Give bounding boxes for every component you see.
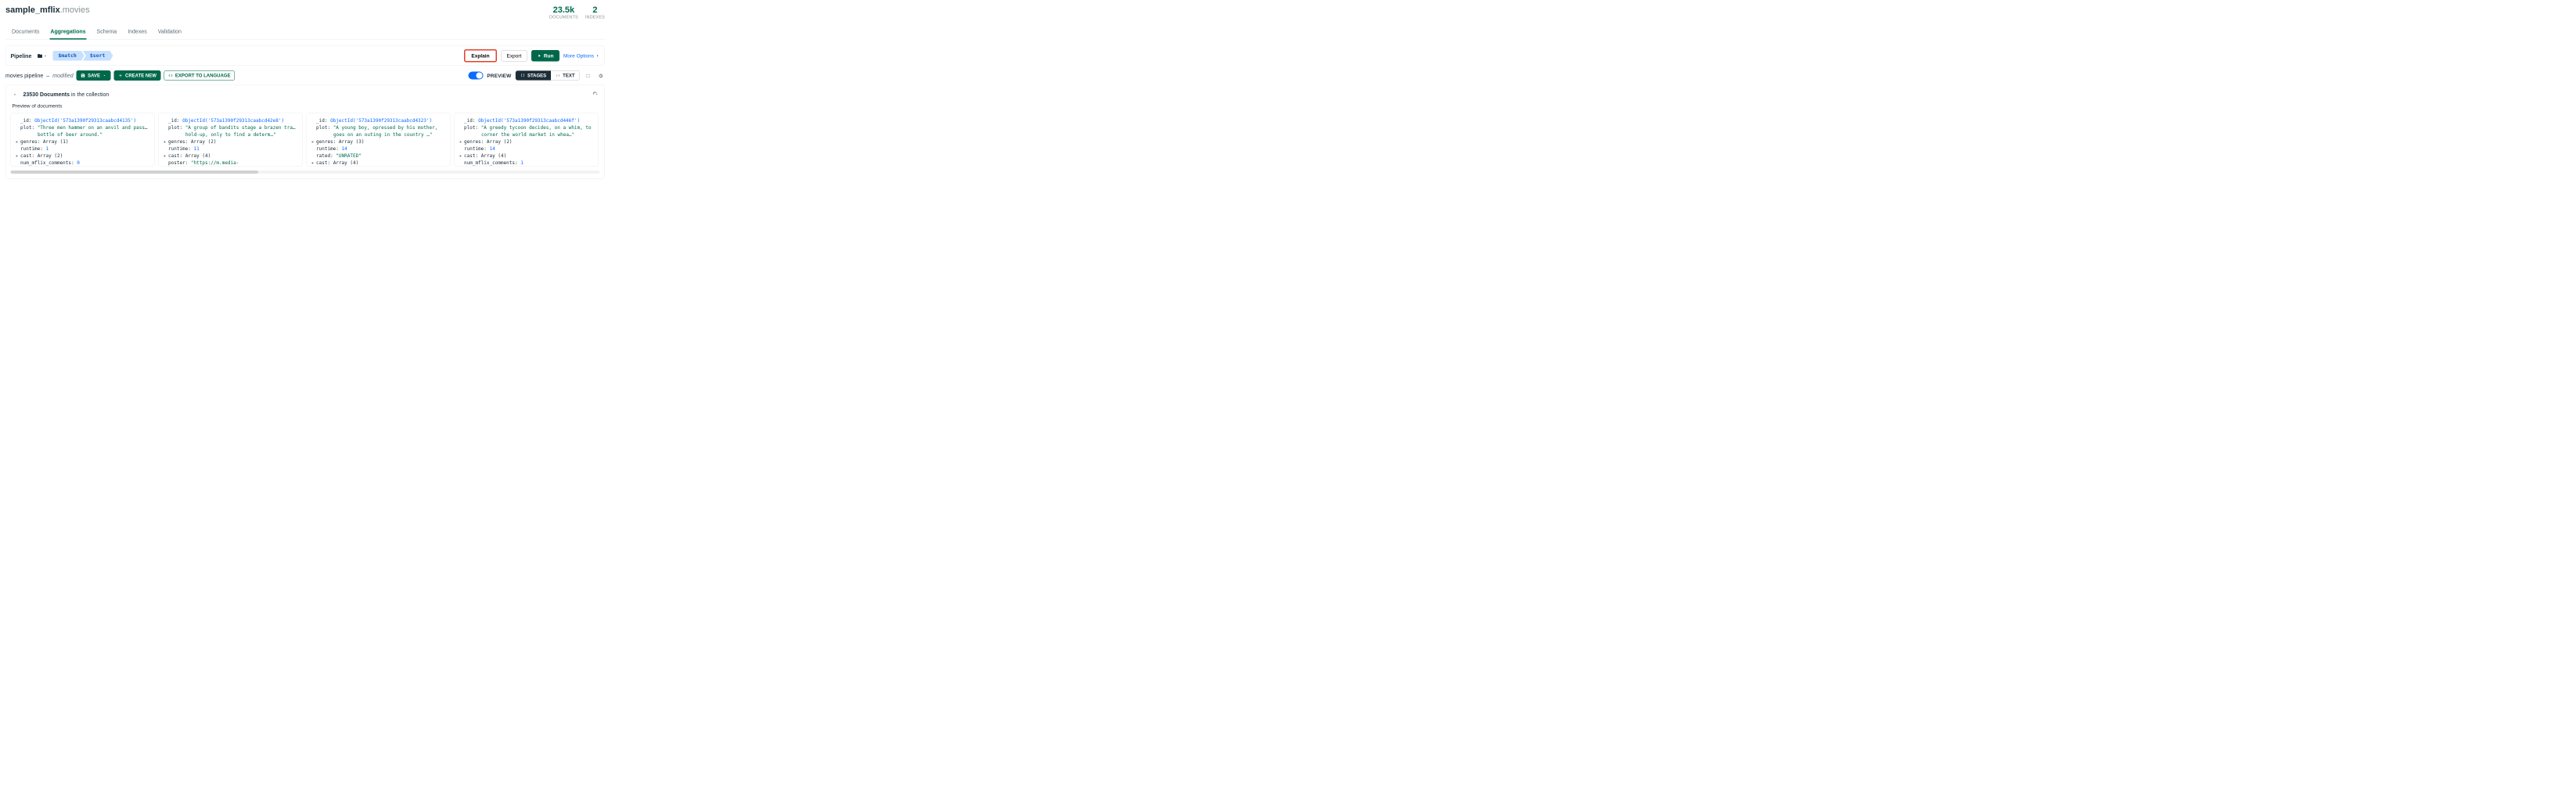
document-card[interactable]: _id: ObjectId('573a1390f29313caabcd4323'… xyxy=(307,113,451,167)
preview-label: PREVIEW xyxy=(487,73,511,79)
document-field: ▸genres: Array (2) xyxy=(459,138,593,145)
export-to-language-button[interactable]: EXPORT TO LANGUAGE xyxy=(164,70,235,81)
document-field: bottle of beer around." xyxy=(16,131,149,138)
caret-down-icon xyxy=(103,74,106,77)
expand-caret-icon[interactable]: ▸ xyxy=(164,138,167,145)
horizontal-scrollbar[interactable] xyxy=(11,171,600,174)
folder-icon xyxy=(37,53,42,59)
stat-indexes-label: INDEXES xyxy=(585,15,605,20)
scrollbar-thumb[interactable] xyxy=(11,171,258,174)
expand-caret-icon[interactable]: ▸ xyxy=(16,153,19,160)
stage-pills: $match $sort xyxy=(52,51,113,61)
document-card[interactable]: _id: ObjectId('573a1390f29313caabcd446f'… xyxy=(455,113,599,167)
document-field: num_mflix_comments: 0 xyxy=(16,160,149,167)
document-field: runtime: 14 xyxy=(459,145,593,153)
tabs: Documents Aggregations Schema Indexes Va… xyxy=(5,25,605,40)
document-card[interactable]: _id: ObjectId('573a1390f29313caabcd4135'… xyxy=(11,113,155,167)
database-name: sample_mflix xyxy=(5,5,60,15)
document-card[interactable]: _id: ObjectId('573a1390f29313caabcd42e8'… xyxy=(159,113,303,167)
tab-indexes[interactable]: Indexes xyxy=(127,25,148,40)
create-new-button[interactable]: CREATE NEW xyxy=(114,70,161,81)
document-field: plot: "A group of bandits stage a brazen… xyxy=(164,124,297,131)
document-field: _id: ObjectId('573a1390f29313caabcd42e8'… xyxy=(164,117,297,124)
collection-name: movies xyxy=(63,5,90,15)
preview-title: Preview of documents xyxy=(13,103,600,110)
stage-pill-match[interactable]: $match xyxy=(52,51,84,61)
text-view-button[interactable]: TEXT xyxy=(551,71,579,81)
stat-documents-value: 23.5k xyxy=(549,5,578,15)
document-field: plot: "Three men hammer on an anvil and … xyxy=(16,124,149,131)
play-icon xyxy=(537,54,541,59)
document-field: rated: "UNRATED" xyxy=(311,153,445,160)
expand-caret-icon[interactable]: ▸ xyxy=(311,160,315,167)
document-field: ▸cast: Array (4) xyxy=(311,160,445,167)
document-field: num_mflix_comments: 1 xyxy=(459,160,593,167)
expand-caret-icon[interactable]: ▸ xyxy=(459,153,462,160)
pipeline-name: movies pipeline xyxy=(5,73,43,79)
tab-schema[interactable]: Schema xyxy=(96,25,118,40)
document-field: hold-up, only to find a determ…" xyxy=(164,131,297,138)
collection-stats: 23.5k DOCUMENTS 2 INDEXES xyxy=(549,5,605,20)
refresh-button[interactable] xyxy=(592,90,600,99)
expand-caret-icon[interactable]: ▸ xyxy=(459,138,462,145)
plus-icon xyxy=(118,74,123,78)
expand-caret-icon[interactable]: ▸ xyxy=(311,138,315,145)
document-field: ▸cast: Array (4) xyxy=(164,153,297,160)
document-field: plot: "A greedy tycoon decides, on a whi… xyxy=(459,124,593,131)
export-button[interactable]: Export xyxy=(501,50,527,62)
document-field: poster: "https://m.media- xyxy=(164,160,297,167)
tab-validation[interactable]: Validation xyxy=(157,25,182,40)
document-cards-row: _id: ObjectId('573a1390f29313caabcd4135'… xyxy=(11,113,600,167)
tab-aggregations[interactable]: Aggregations xyxy=(49,25,86,40)
document-field: runtime: 1 xyxy=(16,145,149,153)
gear-icon xyxy=(598,73,603,78)
caret-right-icon xyxy=(595,54,600,59)
stat-documents-label: DOCUMENTS xyxy=(549,15,578,20)
document-field: runtime: 11 xyxy=(164,145,297,153)
document-field: _id: ObjectId('573a1390f29313caabcd4323'… xyxy=(311,117,445,124)
expand-icon xyxy=(585,73,591,78)
pipeline-bar: Pipeline $match $sort Explain Export Run… xyxy=(5,46,605,66)
documents-panel: 23530 Documents in the collection Previe… xyxy=(5,84,605,179)
chevron-down-icon xyxy=(13,92,18,98)
collapse-button[interactable] xyxy=(11,90,20,99)
document-count-suffix: in the collection xyxy=(71,92,109,98)
document-field: ▸genres: Array (3) xyxy=(311,138,445,145)
code-icon xyxy=(168,74,173,78)
save-icon xyxy=(81,74,85,78)
collection-title: sample_mflix.movies xyxy=(5,5,90,15)
caret-down-icon xyxy=(43,54,47,58)
save-button[interactable]: SAVE xyxy=(77,70,111,81)
document-field: ▸genres: Array (2) xyxy=(164,138,297,145)
view-mode-segmented: STAGES TEXT xyxy=(515,70,580,81)
document-field: corner the world market in whea…" xyxy=(459,131,593,138)
preview-toggle[interactable] xyxy=(468,72,483,80)
modified-indicator: modified xyxy=(52,73,73,79)
settings-button[interactable] xyxy=(596,71,605,81)
stage-pill-sort[interactable]: $sort xyxy=(83,51,113,61)
stat-indexes-value: 2 xyxy=(585,5,605,15)
explain-button[interactable]: Explain xyxy=(464,49,497,63)
document-field: _id: ObjectId('573a1390f29313caabcd4135'… xyxy=(16,117,149,124)
document-field: ▸genres: Array (1) xyxy=(16,138,149,145)
code-icon xyxy=(556,74,560,78)
braces-icon xyxy=(520,74,525,78)
document-field: runtime: 14 xyxy=(311,145,445,153)
document-field: ▸cast: Array (4) xyxy=(459,153,593,160)
refresh-icon xyxy=(593,92,599,97)
run-button[interactable]: Run xyxy=(531,50,559,62)
document-field: ▸cast: Array (2) xyxy=(16,153,149,160)
more-options-link[interactable]: More Options xyxy=(563,53,600,59)
document-field: _id: ObjectId('573a1390f29313caabcd446f'… xyxy=(459,117,593,124)
document-field: plot: "A young boy, opressed by his moth… xyxy=(311,124,445,131)
stages-view-button[interactable]: STAGES xyxy=(516,71,551,81)
folder-dropdown[interactable] xyxy=(37,53,47,59)
document-field: goes on an outing in the country …" xyxy=(311,131,445,138)
tab-documents[interactable]: Documents xyxy=(11,25,40,40)
document-count: 23530 Documents xyxy=(23,92,70,98)
expand-button[interactable] xyxy=(584,71,592,81)
expand-caret-icon[interactable]: ▸ xyxy=(164,153,167,160)
pipeline-label: Pipeline xyxy=(11,52,32,59)
expand-caret-icon[interactable]: ▸ xyxy=(16,138,19,145)
